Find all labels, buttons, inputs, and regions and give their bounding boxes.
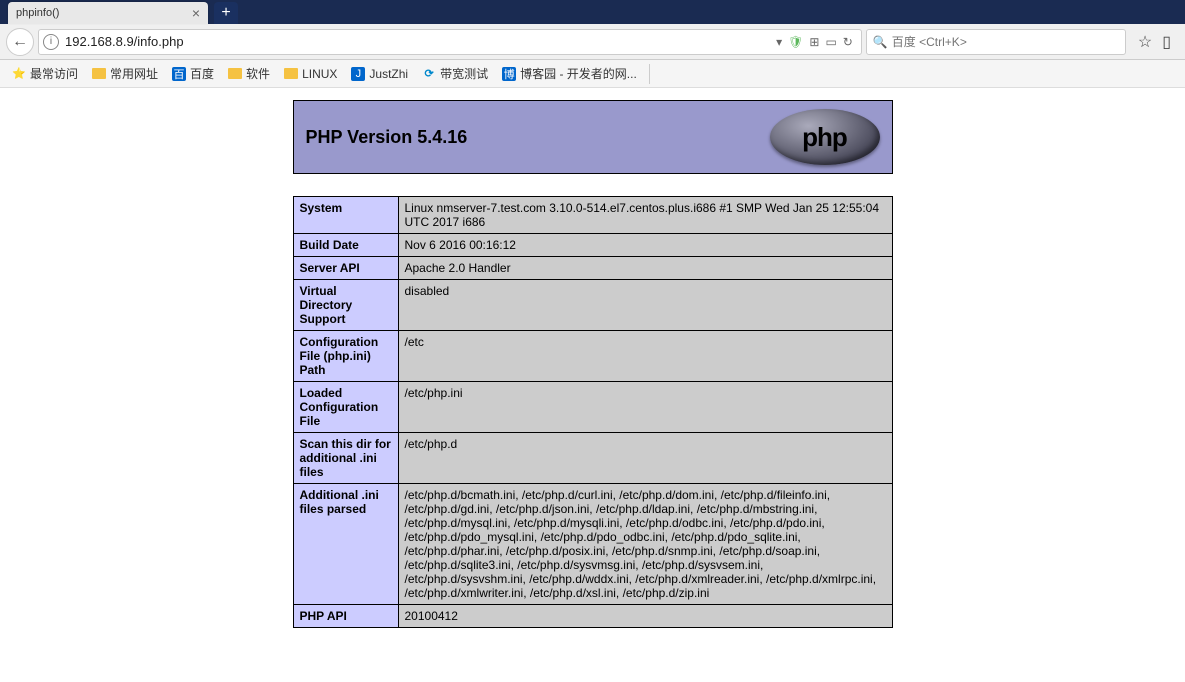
- new-tab-button[interactable]: +: [214, 2, 238, 24]
- table-row: PHP API20100412: [293, 605, 892, 628]
- browser-tab[interactable]: phpinfo() ×: [8, 2, 208, 24]
- site-icon: J: [351, 67, 365, 81]
- url-box[interactable]: i 192.168.8.9/info.php ▾ 🛡 ⊞ ▭ ↻: [38, 29, 862, 55]
- table-row: Loaded Configuration File/etc/php.ini: [293, 382, 892, 433]
- table-row: SystemLinux nmserver-7.test.com 3.10.0-5…: [293, 197, 892, 234]
- php-version-title: PHP Version 5.4.16: [306, 127, 468, 148]
- info-key: Build Date: [293, 234, 398, 257]
- info-value: 20100412: [398, 605, 892, 628]
- bookmark-bandwidth[interactable]: ⟳ 带宽测试: [416, 62, 494, 85]
- tab-title: phpinfo(): [16, 7, 192, 19]
- info-key: PHP API: [293, 605, 398, 628]
- info-value: Apache 2.0 Handler: [398, 257, 892, 280]
- info-key: Configuration File (php.ini) Path: [293, 331, 398, 382]
- back-button[interactable]: ←: [6, 28, 34, 56]
- php-logo-ellipse: php: [770, 109, 880, 165]
- phpinfo-container: PHP Version 5.4.16 php SystemLinux nmser…: [293, 100, 893, 628]
- info-value: /etc/php.ini: [398, 382, 892, 433]
- php-header: PHP Version 5.4.16 php: [293, 100, 893, 174]
- shield-icon[interactable]: 🛡: [788, 35, 803, 49]
- table-row: Server APIApache 2.0 Handler: [293, 257, 892, 280]
- grid-icon[interactable]: ⊞: [809, 35, 819, 49]
- search-icon: 🔍: [873, 35, 888, 49]
- separator: [649, 64, 650, 84]
- table-row: Additional .ini files parsed/etc/php.d/b…: [293, 484, 892, 605]
- url-text[interactable]: 192.168.8.9/info.php: [65, 34, 776, 49]
- folder-icon: [92, 68, 106, 79]
- site-icon: 博: [502, 67, 516, 81]
- bookmark-label: 百度: [190, 65, 214, 82]
- info-key: Server API: [293, 257, 398, 280]
- refresh-icon[interactable]: ↻: [843, 35, 853, 49]
- info-key: Virtual Directory Support: [293, 280, 398, 331]
- info-key: Additional .ini files parsed: [293, 484, 398, 605]
- tab-bar: phpinfo() × +: [0, 0, 1185, 24]
- info-key: System: [293, 197, 398, 234]
- bookmark-common[interactable]: 常用网址: [86, 62, 164, 85]
- info-value: Linux nmserver-7.test.com 3.10.0-514.el7…: [398, 197, 892, 234]
- bookmark-baidu[interactable]: 百 百度: [166, 62, 220, 85]
- reader-icon[interactable]: ▭: [825, 35, 836, 49]
- folder-icon: [284, 68, 298, 79]
- info-value: /etc/php.d: [398, 433, 892, 484]
- table-row: Scan this dir for additional .ini files/…: [293, 433, 892, 484]
- close-icon[interactable]: ×: [192, 6, 200, 20]
- info-value: Nov 6 2016 00:16:12: [398, 234, 892, 257]
- star-icon: ⭐: [12, 67, 26, 81]
- url-icons: ▾ 🛡 ⊞ ▭ ↻: [776, 35, 857, 49]
- info-value: /etc: [398, 331, 892, 382]
- baidu-icon: 百: [172, 67, 186, 81]
- bookmark-justzhi[interactable]: J JustZhi: [345, 64, 414, 84]
- bookmark-software[interactable]: 软件: [222, 62, 276, 85]
- php-logo: php: [770, 109, 880, 165]
- bookmark-label: 带宽测试: [440, 65, 488, 82]
- php-logo-text: php: [802, 122, 847, 153]
- table-row: Configuration File (php.ini) Path/etc: [293, 331, 892, 382]
- bookmark-label: JustZhi: [369, 67, 408, 81]
- info-icon[interactable]: i: [43, 34, 59, 50]
- bookmark-label: 软件: [246, 65, 270, 82]
- info-key: Scan this dir for additional .ini files: [293, 433, 398, 484]
- library-icon[interactable]: ▯: [1162, 32, 1171, 52]
- folder-icon: [228, 68, 242, 79]
- address-bar: ← i 192.168.8.9/info.php ▾ 🛡 ⊞ ▭ ↻ 🔍 ☆ ▯: [0, 24, 1185, 60]
- bookmarks-bar: ⭐ 最常访问 常用网址 百 百度 软件 LINUX J JustZhi ⟳ 带宽…: [0, 60, 1185, 88]
- search-box[interactable]: 🔍: [866, 29, 1126, 55]
- bookmark-label: LINUX: [302, 67, 337, 81]
- bookmark-linux[interactable]: LINUX: [278, 64, 343, 84]
- info-key: Loaded Configuration File: [293, 382, 398, 433]
- table-row: Virtual Directory Supportdisabled: [293, 280, 892, 331]
- dropdown-icon[interactable]: ▾: [776, 35, 782, 49]
- table-row: Build DateNov 6 2016 00:16:12: [293, 234, 892, 257]
- info-value: /etc/php.d/bcmath.ini, /etc/php.d/curl.i…: [398, 484, 892, 605]
- page-content: PHP Version 5.4.16 php SystemLinux nmser…: [0, 88, 1185, 640]
- bookmark-label: 常用网址: [110, 65, 158, 82]
- phpinfo-table: SystemLinux nmserver-7.test.com 3.10.0-5…: [293, 196, 893, 628]
- speed-icon: ⟳: [422, 67, 436, 81]
- bookmark-most-visited[interactable]: ⭐ 最常访问: [6, 62, 84, 85]
- toolbar-icons: ☆ ▯: [1130, 32, 1179, 52]
- bookmark-label: 博客园 - 开发者的网...: [520, 65, 637, 82]
- info-value: disabled: [398, 280, 892, 331]
- bookmark-star-icon[interactable]: ☆: [1138, 32, 1152, 52]
- search-input[interactable]: [892, 35, 1119, 49]
- bookmark-cnblogs[interactable]: 博 博客园 - 开发者的网...: [496, 62, 643, 85]
- bookmark-label: 最常访问: [30, 65, 78, 82]
